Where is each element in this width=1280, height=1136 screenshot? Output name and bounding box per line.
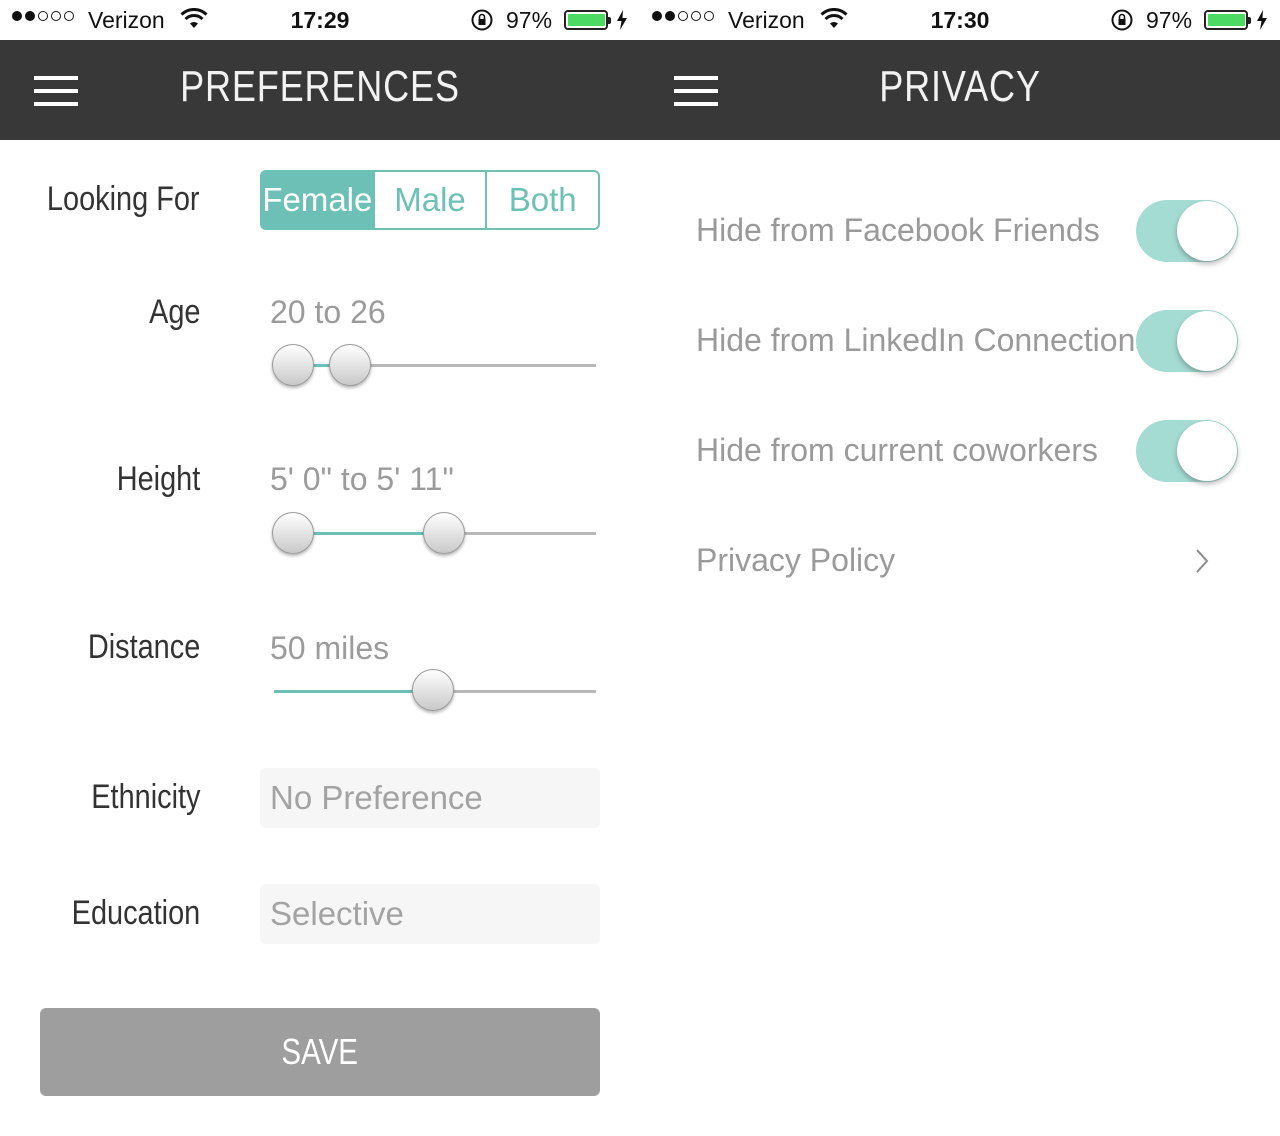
segment-male[interactable]: Male (372, 172, 486, 228)
battery-icon (564, 10, 611, 30)
hide-coworkers-label: Hide from current coworkers (696, 432, 1098, 468)
nav-bar: PRIVACY (640, 40, 1280, 140)
distance-handle[interactable] (412, 669, 454, 711)
battery-icon (1204, 10, 1251, 30)
privacy-screen: Verizon 17:30 97% PRIVACY Hide from Face… (640, 0, 1280, 1136)
preferences-screen: Verizon 17:29 97% PREFERENCES Looking Fo… (0, 0, 640, 1136)
education-field[interactable]: Selective (260, 884, 600, 944)
distance-label: Distance (87, 628, 200, 666)
status-bar: Verizon 17:29 97% (0, 0, 640, 40)
height-label: Height (116, 460, 200, 498)
looking-for-label: Looking For (47, 180, 200, 218)
battery-percent: 97% (1146, 7, 1193, 33)
chevron-right-icon[interactable] (1192, 546, 1212, 576)
rotation-lock-icon (471, 9, 493, 31)
height-max-handle[interactable] (423, 512, 465, 554)
rotation-lock-icon (1111, 9, 1133, 31)
hide-coworkers-toggle[interactable] (1136, 420, 1238, 482)
hide-facebook-label: Hide from Facebook Friends (696, 212, 1100, 248)
ethnicity-label: Ethnicity (90, 778, 200, 816)
privacy-policy-link[interactable]: Privacy Policy (696, 542, 895, 579)
save-button-label: SAVE (281, 1031, 359, 1072)
height-min-handle[interactable] (272, 512, 314, 554)
hide-linkedin-label: Hide from LinkedIn Connections (696, 322, 1152, 358)
age-range-slider[interactable] (274, 364, 596, 367)
looking-for-segmented-control: Female Male Both (260, 170, 600, 230)
segment-female[interactable]: Female (262, 172, 373, 228)
nav-bar: PREFERENCES (0, 40, 640, 140)
page-title: PREFERENCES (180, 62, 460, 111)
age-value: 20 to 26 (270, 294, 386, 330)
age-max-handle[interactable] (329, 344, 371, 386)
ethnicity-field[interactable]: No Preference (260, 768, 600, 828)
height-value: 5' 0" to 5' 11" (270, 461, 454, 497)
charging-bolt-icon (1257, 10, 1267, 30)
segment-both[interactable]: Both (485, 172, 598, 228)
charging-bolt-icon (617, 10, 627, 30)
status-bar: Verizon 17:30 97% (640, 0, 1280, 40)
education-label: Education (71, 894, 200, 932)
age-min-handle[interactable] (272, 344, 314, 386)
hide-facebook-toggle[interactable] (1136, 200, 1238, 262)
battery-percent: 97% (506, 7, 553, 33)
age-label: Age (148, 293, 200, 331)
hide-linkedin-toggle[interactable] (1136, 310, 1238, 372)
distance-value: 50 miles (270, 630, 390, 666)
page-title: PRIVACY (879, 62, 1041, 111)
save-button[interactable]: SAVE (40, 1008, 600, 1096)
